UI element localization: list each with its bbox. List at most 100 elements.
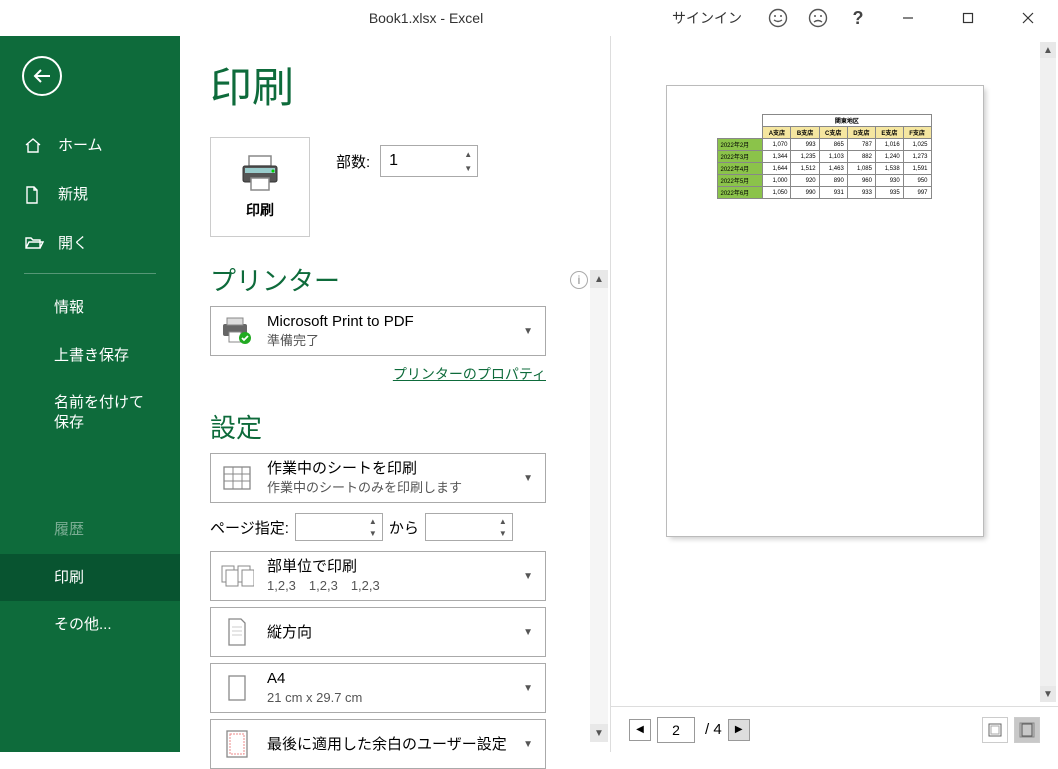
prev-page-button[interactable]: ◀ xyxy=(629,719,651,741)
table-col-header: C支店 xyxy=(819,127,847,139)
back-button[interactable] xyxy=(22,56,62,96)
collate-dropdown[interactable]: 部単位で印刷 1,2,3 1,2,3 1,2,3 ▼ xyxy=(210,551,546,601)
page-to-input[interactable] xyxy=(426,518,486,536)
nav-new[interactable]: 新規 xyxy=(0,169,180,218)
page-range-label: ページ指定: xyxy=(210,517,289,538)
copies-up[interactable]: ▲ xyxy=(460,147,476,161)
nav-home-label: ホーム xyxy=(58,134,103,155)
table-col-header: E支店 xyxy=(875,127,903,139)
window-title: Book1.xlsx - Excel xyxy=(188,10,664,26)
file-icon xyxy=(24,186,44,202)
settings-section-header: 設定 xyxy=(210,408,608,445)
table-top-header: 関東地区 xyxy=(763,115,931,127)
table-col-header: A支店 xyxy=(763,127,791,139)
paper-size-dropdown[interactable]: A4 21 cm x 29.7 cm ▼ xyxy=(210,663,546,713)
nav-new-label: 新規 xyxy=(58,183,88,204)
page-total-label: / 4 xyxy=(705,721,722,738)
page-range-to-label: から xyxy=(389,517,419,538)
home-icon xyxy=(24,137,44,153)
scroll-up-button[interactable]: ▲ xyxy=(1040,42,1056,58)
preview-table: 関東地区 A支店B支店C支店D支店E支店F支店 2022年2月1,0709938… xyxy=(717,114,932,199)
scroll-up-button[interactable]: ▲ xyxy=(590,270,608,288)
maximize-button[interactable] xyxy=(946,3,990,33)
print-preview-area: 関東地区 A支店B支店C支店D支店E支店F支店 2022年2月1,0709938… xyxy=(610,36,1058,752)
page-title: 印刷 xyxy=(210,54,608,115)
page-range-row: ページ指定: ▲▼ から ▲▼ xyxy=(210,513,546,541)
table-row: 2022年2月1,0709938657871,0161,025 xyxy=(717,139,931,151)
nav-other[interactable]: その他... xyxy=(0,601,180,649)
copies-spinner[interactable]: ▲ ▼ xyxy=(380,145,478,177)
chevron-down-icon: ▼ xyxy=(519,627,537,638)
table-row: 2022年4月1,6441,5121,4631,0851,5381,591 xyxy=(717,163,931,175)
minimize-button[interactable] xyxy=(886,3,930,33)
signin-button[interactable]: サインイン xyxy=(664,4,750,32)
collate-title: 部単位で印刷 xyxy=(267,556,507,577)
preview-canvas: 関東地区 A支店B支店C支店D支店E支店F支店 2022年2月1,0709938… xyxy=(611,36,1058,706)
page-to-spinner[interactable]: ▲▼ xyxy=(425,513,513,541)
frown-icon[interactable] xyxy=(806,6,830,30)
print-what-dropdown[interactable]: 作業中のシートを印刷 作業中のシートのみを印刷します ▼ xyxy=(210,453,546,503)
show-margins-button[interactable] xyxy=(982,717,1008,743)
chevron-down-icon: ▼ xyxy=(519,473,537,484)
chevron-down-icon: ▼ xyxy=(519,739,537,750)
page-from-spinner[interactable]: ▲▼ xyxy=(295,513,383,541)
table-col-header: B支店 xyxy=(791,127,819,139)
scroll-down-button[interactable]: ▼ xyxy=(590,724,608,742)
close-button[interactable] xyxy=(1006,3,1050,33)
chevron-down-icon: ▼ xyxy=(519,326,537,337)
table-row: 2022年3月1,3441,2351,1038821,2401,273 xyxy=(717,151,931,163)
orientation-dropdown[interactable]: 縦方向 ▼ xyxy=(210,607,546,657)
paper-size-sub: 21 cm x 29.7 cm xyxy=(267,689,507,707)
help-icon[interactable]: ? xyxy=(846,6,870,30)
main-content: 印刷 印刷 部数: ▲ ▼ xyxy=(180,36,1058,752)
page-from-input[interactable] xyxy=(296,518,356,536)
table-row: 2022年6月1,050990931933935997 xyxy=(717,187,931,199)
table-col-header: F支店 xyxy=(903,127,931,139)
copies-label: 部数: xyxy=(336,151,370,172)
copies-down[interactable]: ▼ xyxy=(460,161,476,175)
nav-home[interactable]: ホーム xyxy=(0,120,180,169)
collate-sub: 1,2,3 1,2,3 1,2,3 xyxy=(267,577,507,595)
print-button-label: 印刷 xyxy=(246,200,274,220)
page-icon xyxy=(219,670,255,706)
paper-size-title: A4 xyxy=(267,668,507,689)
titlebar-controls: サインイン ? xyxy=(664,3,1050,33)
nav-open[interactable]: 開く xyxy=(0,218,180,267)
current-page-input[interactable] xyxy=(657,717,695,743)
print-what-title: 作業中のシートを印刷 xyxy=(267,458,507,479)
folder-open-icon xyxy=(24,235,44,251)
chevron-down-icon: ▼ xyxy=(519,571,537,582)
backstage-sidebar: ホーム 新規 開く 情報 上書き保存 名前を付けて保存 履歴 印刷 その他... xyxy=(0,36,180,752)
copies-input[interactable] xyxy=(381,152,451,170)
preview-vertical-scrollbar[interactable]: ▲ ▼ xyxy=(1040,42,1056,702)
nav-open-label: 開く xyxy=(58,232,88,253)
smile-icon[interactable] xyxy=(766,6,790,30)
nav-info[interactable]: 情報 xyxy=(0,284,180,332)
nav-save[interactable]: 上書き保存 xyxy=(0,332,180,380)
scroll-down-button[interactable]: ▼ xyxy=(1040,686,1056,702)
sheet-icon xyxy=(219,460,255,496)
print-what-sub: 作業中のシートのみを印刷します xyxy=(267,479,507,497)
nav-print[interactable]: 印刷 xyxy=(0,554,180,602)
titlebar: Book1.xlsx - Excel サインイン ? xyxy=(0,0,1058,36)
table-col-header: D支店 xyxy=(847,127,875,139)
printer-properties-link[interactable]: プリンターのプロパティ xyxy=(393,366,546,382)
printer-ready-icon xyxy=(219,313,255,349)
next-page-button[interactable]: ▶ xyxy=(728,719,750,741)
orientation-title: 縦方向 xyxy=(267,622,507,643)
printer-name: Microsoft Print to PDF xyxy=(267,311,507,332)
chevron-down-icon: ▼ xyxy=(519,683,537,694)
settings-scrollbar[interactable]: ▲ ▼ xyxy=(590,270,608,742)
printer-section-header: プリンター i xyxy=(210,261,608,298)
portrait-icon xyxy=(219,614,255,650)
nav-saveas[interactable]: 名前を付けて保存 xyxy=(0,379,180,446)
preview-page: 関東地区 A支店B支店C支店D支店E支店F支店 2022年2月1,0709938… xyxy=(667,86,983,536)
printer-info-icon[interactable]: i xyxy=(570,271,588,289)
printer-status: 準備完了 xyxy=(267,332,507,350)
margins-dropdown[interactable]: 最後に適用した余白のユーザー設定 ▼ xyxy=(210,719,546,769)
print-button[interactable]: 印刷 xyxy=(210,137,310,237)
print-settings-panel: 印刷 印刷 部数: ▲ ▼ xyxy=(180,36,610,752)
printer-dropdown[interactable]: Microsoft Print to PDF 準備完了 ▼ xyxy=(210,306,546,356)
margins-title: 最後に適用した余白のユーザー設定 xyxy=(267,734,507,755)
zoom-to-page-button[interactable] xyxy=(1014,717,1040,743)
